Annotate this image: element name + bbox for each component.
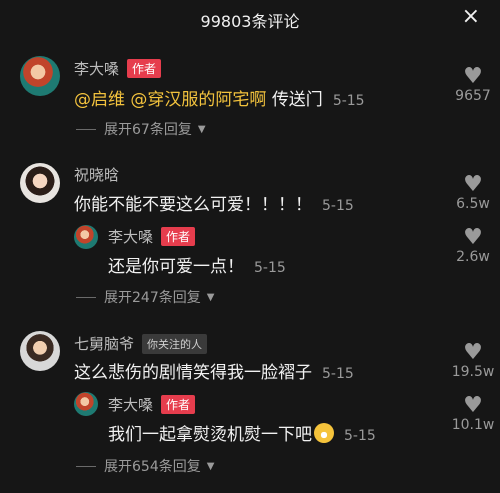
close-icon[interactable]: × bbox=[462, 4, 480, 29]
author-badge: 作者 bbox=[161, 227, 196, 246]
reply-time: 5-15 bbox=[344, 428, 376, 444]
author-badge: 作者 bbox=[127, 59, 162, 78]
header-title: 99803条评论 bbox=[200, 12, 300, 31]
heart-icon[interactable]: ♥ bbox=[448, 174, 498, 196]
like-button[interactable]: ♥ 10.1w bbox=[448, 395, 498, 434]
chevron-down-icon: ▼ bbox=[206, 460, 215, 472]
chevron-down-icon: ▼ bbox=[197, 123, 206, 135]
like-count: 2.6w bbox=[456, 249, 490, 265]
expand-replies[interactable]: 展开247条回复 ▼ bbox=[76, 287, 214, 307]
expand-replies-label: 展开654条回复 bbox=[104, 459, 201, 475]
heart-icon[interactable]: ♥ bbox=[448, 342, 498, 364]
like-button[interactable]: ♥ 6.5w bbox=[448, 174, 498, 213]
comment-body: 这么悲伤的剧情笑得我一脸褶子 bbox=[74, 363, 312, 383]
comment-time: 5-15 bbox=[332, 93, 365, 109]
like-count: 6.5w bbox=[456, 196, 490, 212]
comment-header: 李大嗓 作者 bbox=[74, 58, 162, 79]
username[interactable]: 李大嗓 bbox=[74, 58, 119, 79]
chevron-down-icon: ▼ bbox=[206, 291, 215, 303]
expand-replies[interactable]: 展开67条回复 ▼ bbox=[76, 119, 206, 139]
reply-body: 我们一起拿熨烫机熨一下吧 bbox=[108, 425, 312, 445]
laughing-emoji-icon bbox=[314, 423, 334, 443]
comment-header: 祝晓晗 bbox=[74, 164, 119, 185]
like-count: 10.1w bbox=[451, 417, 495, 433]
comment-time: 5-15 bbox=[322, 366, 354, 382]
expand-replies[interactable]: 展开654条回复 ▼ bbox=[76, 456, 214, 476]
reply-text: 还是你可爱一点！ 5-15 bbox=[108, 252, 286, 277]
username[interactable]: 祝晓晗 bbox=[74, 166, 119, 184]
like-count: 19.5w bbox=[451, 364, 495, 380]
heart-icon[interactable]: ♥ bbox=[448, 66, 498, 88]
expand-replies-label: 展开247条回复 bbox=[104, 290, 201, 306]
reply-header: 李大嗓 作者 bbox=[108, 394, 196, 415]
heart-icon[interactable]: ♥ bbox=[448, 227, 498, 249]
username[interactable]: 李大嗓 bbox=[108, 394, 153, 415]
mention-link[interactable]: @穿汉服的阿宅啊 bbox=[130, 90, 266, 110]
avatar[interactable] bbox=[74, 392, 98, 416]
heart-icon[interactable]: ♥ bbox=[448, 395, 498, 417]
divider bbox=[76, 296, 96, 298]
username[interactable]: 七舅脑爷 bbox=[74, 333, 134, 354]
comment-text: 这么悲伤的剧情笑得我一脸褶子 5-15 bbox=[74, 358, 354, 383]
avatar[interactable] bbox=[20, 56, 60, 96]
like-button[interactable]: ♥ 19.5w bbox=[448, 342, 498, 381]
mention-link[interactable]: @启维 bbox=[74, 90, 125, 110]
reply-header: 李大嗓 作者 bbox=[108, 226, 196, 247]
comment-body: 传送门 bbox=[271, 90, 323, 110]
username[interactable]: 李大嗓 bbox=[108, 226, 153, 247]
comment-header: 七舅脑爷 你关注的人 bbox=[74, 333, 208, 354]
reply-text: 我们一起拿熨烫机熨一下吧 5-15 bbox=[108, 420, 376, 445]
avatar[interactable] bbox=[74, 225, 98, 249]
expand-replies-label: 展开67条回复 bbox=[104, 122, 192, 138]
divider bbox=[76, 128, 96, 130]
avatar[interactable] bbox=[20, 331, 60, 371]
comment-time: 5-15 bbox=[322, 198, 354, 214]
divider bbox=[76, 465, 96, 467]
author-badge: 作者 bbox=[161, 395, 196, 414]
like-button[interactable]: ♥ 9657 bbox=[448, 66, 498, 105]
like-count: 9657 bbox=[455, 88, 491, 104]
reply-body: 还是你可爱一点！ bbox=[108, 257, 244, 277]
comment-text: 你能不能不要这么可爱！！！！ 5-15 bbox=[74, 190, 354, 215]
following-badge: 你关注的人 bbox=[142, 333, 208, 354]
comment-body: 你能不能不要这么可爱！！！！ bbox=[74, 195, 312, 215]
comment-text: @启维 @穿汉服的阿宅啊 传送门 5-15 bbox=[74, 85, 365, 110]
reply-time: 5-15 bbox=[254, 260, 286, 276]
like-button[interactable]: ♥ 2.6w bbox=[448, 227, 498, 266]
avatar[interactable] bbox=[20, 163, 60, 203]
